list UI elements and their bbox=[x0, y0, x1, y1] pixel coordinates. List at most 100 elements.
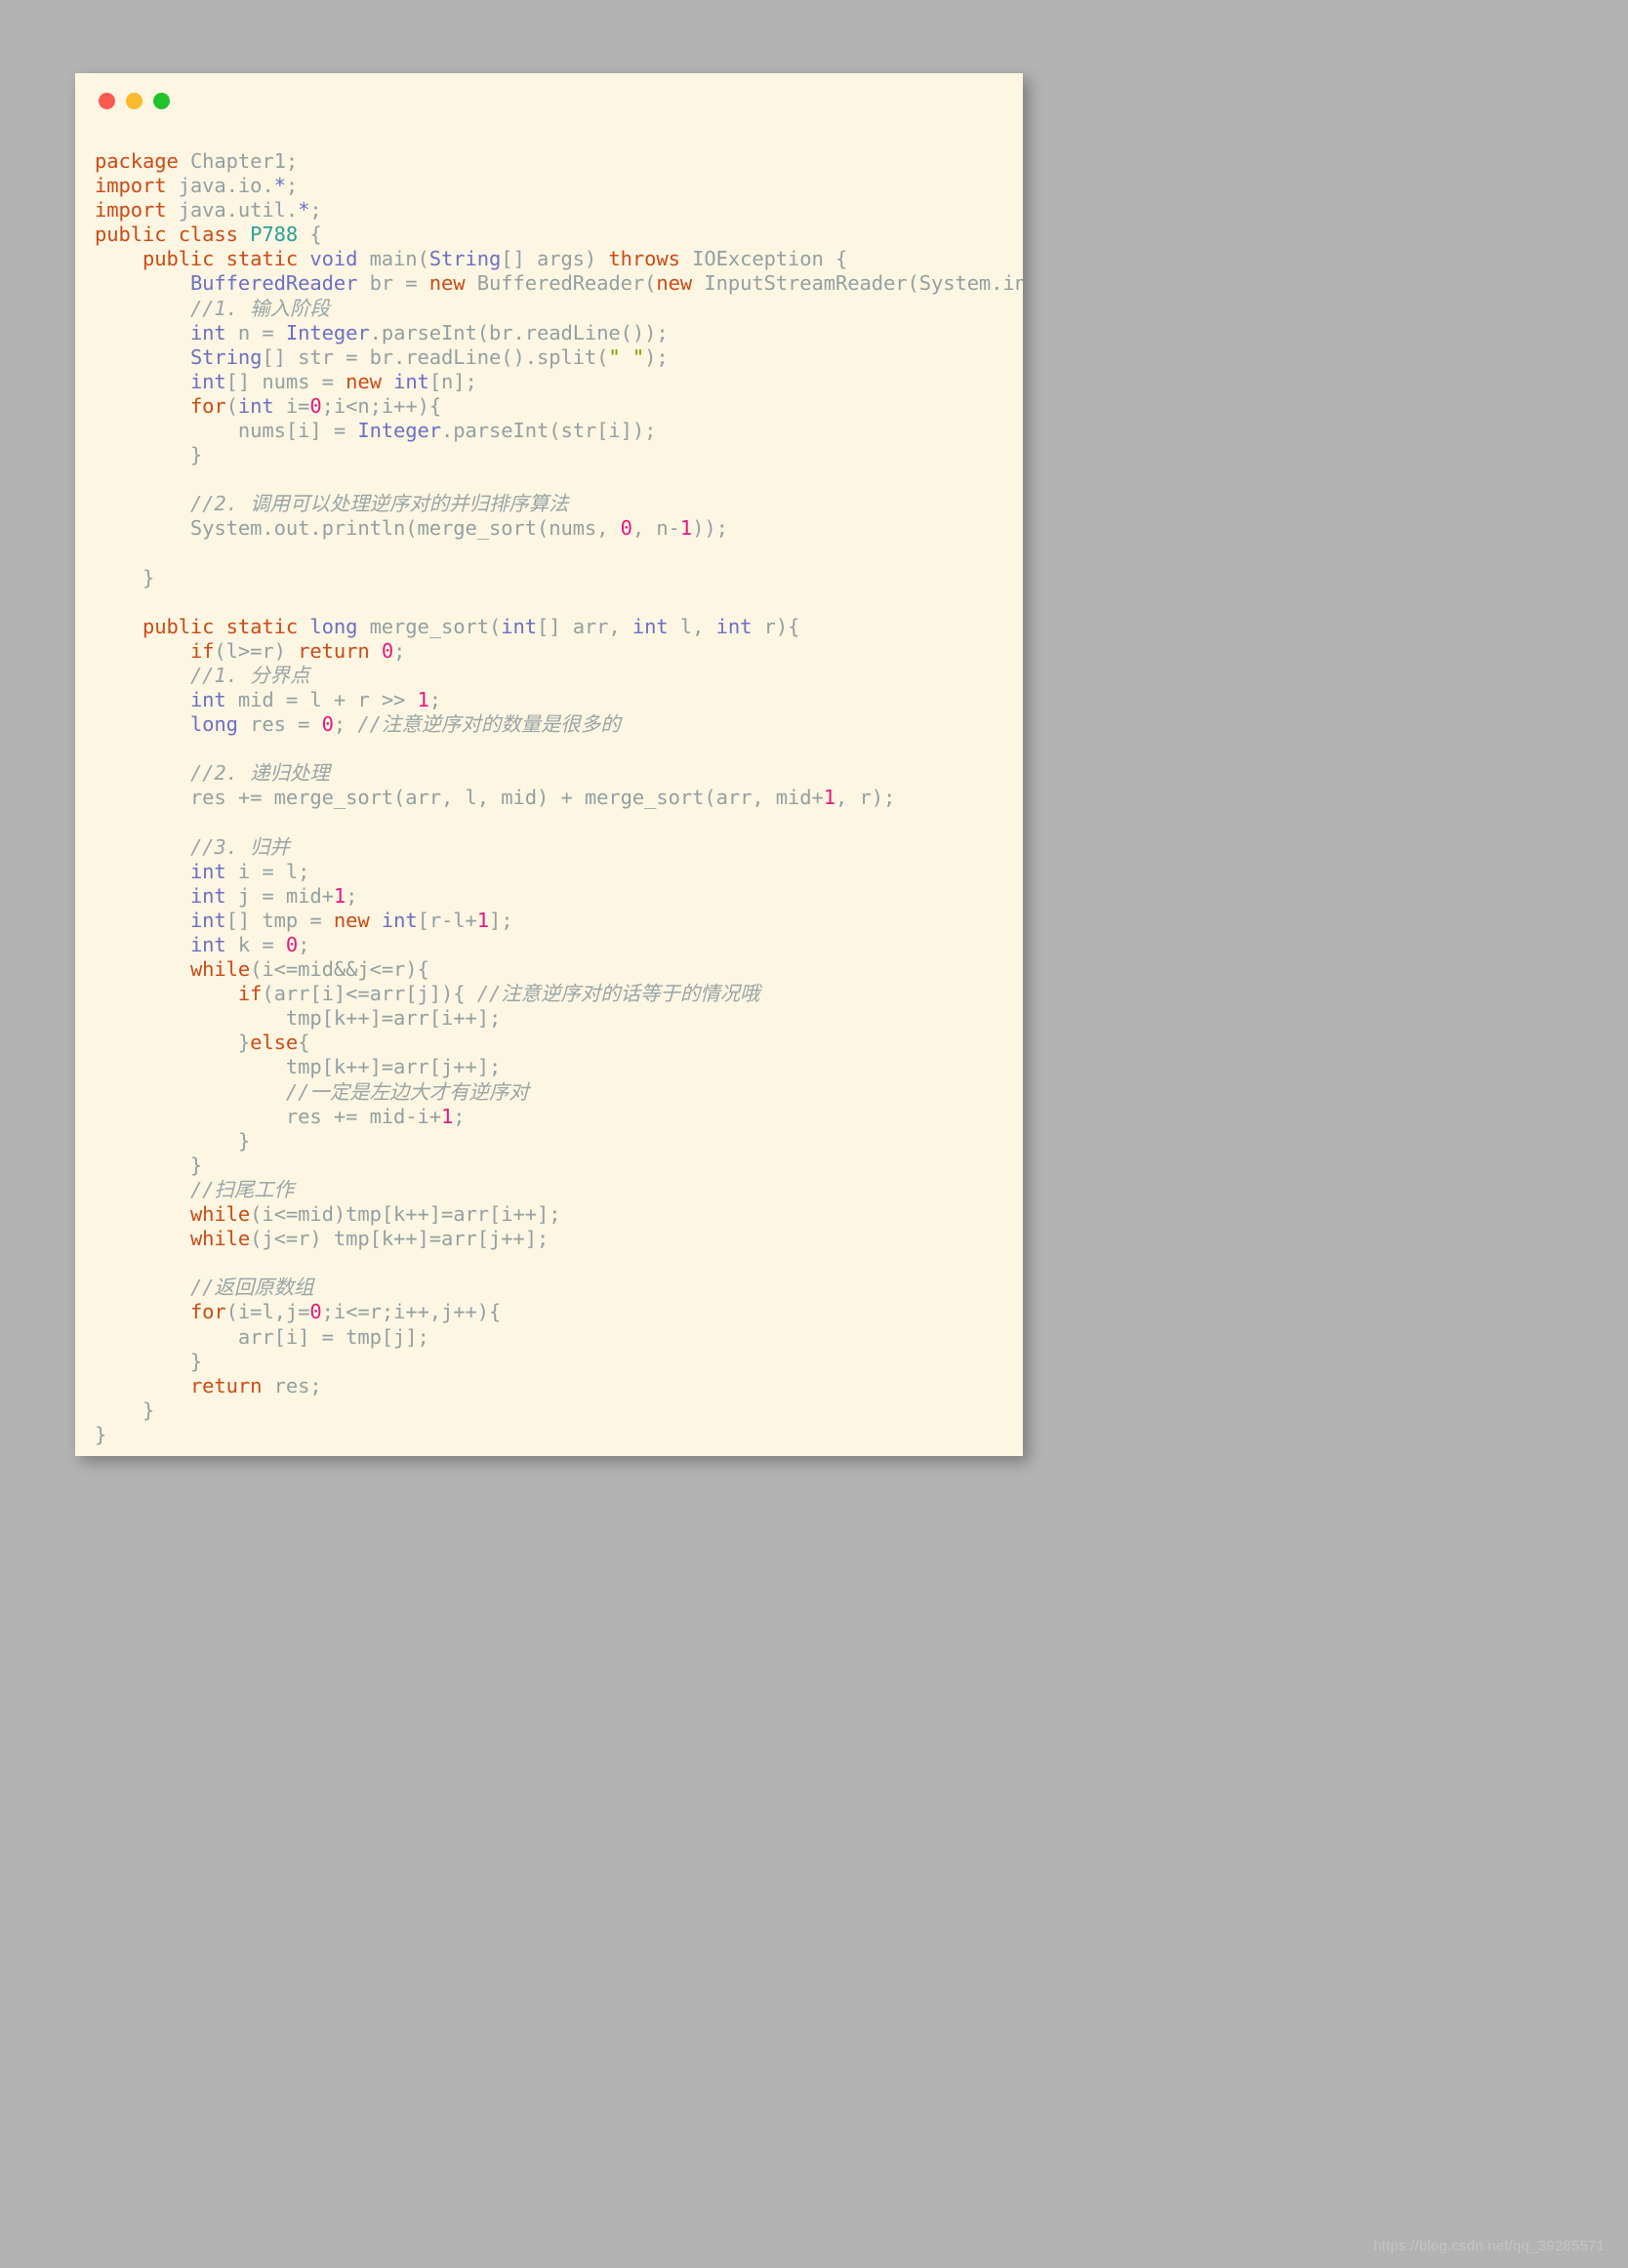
code-token-id bbox=[95, 860, 190, 883]
code-token-id: tmp[k++]=arr[j++]; bbox=[95, 1055, 502, 1079]
code-token-num: 0 bbox=[321, 712, 334, 737]
code-line: while(i<=mid&&j<=r){ bbox=[95, 957, 1023, 982]
code-token-id: ; bbox=[298, 933, 310, 956]
code-token-typ: int bbox=[501, 614, 537, 638]
code-token-id: ]; bbox=[489, 908, 513, 932]
code-token-typ: int bbox=[189, 933, 226, 956]
code-token-id bbox=[95, 884, 190, 908]
code-token-id bbox=[95, 1080, 286, 1104]
code-token-id: (j<=r) tmp[k++]=arr[j++]; bbox=[250, 1227, 549, 1251]
code-token-id bbox=[95, 688, 190, 711]
code-token-id bbox=[95, 1227, 190, 1250]
code-line: import java.util.*; bbox=[95, 198, 1023, 223]
code-line: } bbox=[95, 1154, 1023, 1178]
code-token-id: InputStreamReader(System.in)); bbox=[704, 271, 1023, 296]
code-line: res += mid-i+1; bbox=[95, 1105, 1023, 1129]
code-line: int j = mid+1; bbox=[95, 884, 1023, 909]
code-token-id: (i<=mid)tmp[k++]=arr[i++]; bbox=[250, 1202, 561, 1227]
code-token-id: , n- bbox=[631, 516, 680, 541]
code-token-id: )); bbox=[692, 516, 728, 541]
code-token-id: } bbox=[95, 565, 155, 589]
maximize-window-button[interactable] bbox=[153, 92, 170, 109]
code-token-typ: int bbox=[393, 369, 429, 393]
code-token-id: ; bbox=[346, 883, 358, 908]
code-window: package Chapter1; import java.io.*; import… bbox=[75, 73, 1023, 1456]
code-token-typ: String bbox=[428, 247, 502, 271]
minimize-window-button[interactable] bbox=[126, 92, 142, 109]
code-line: for(i=l,j=0;i<=r;i++,j++){ bbox=[95, 1300, 1023, 1324]
code-line: public static long merge_sort(int[] arr,… bbox=[95, 615, 1023, 639]
code-token-id: j = mid+ bbox=[225, 883, 334, 908]
code-token-typ: BufferedReader bbox=[189, 271, 358, 296]
code-token-typ: Integer bbox=[357, 419, 442, 443]
code-token-cmt: //一定是左边大才有逆序对 bbox=[285, 1079, 529, 1104]
code-token-id bbox=[95, 1202, 190, 1226]
code-line: public class P788 { bbox=[95, 223, 1023, 247]
code-token-id: IOException { bbox=[679, 247, 848, 271]
watermark-url: https://blog.csdn.net/qq_39285571 bbox=[1373, 2238, 1605, 2254]
code-token-id: tmp[k++]=arr[i++]; bbox=[95, 1006, 502, 1031]
code-token-id: ( bbox=[225, 393, 238, 418]
code-token-id: .parseInt(br.readLine()); bbox=[369, 320, 669, 344]
code-line: for(int i=0;i<n;i++){ bbox=[95, 394, 1023, 419]
code-token-id bbox=[95, 1276, 190, 1299]
code-line: int k = 0; bbox=[95, 933, 1023, 957]
code-token-cmt: //2. 递归处理 bbox=[189, 761, 330, 786]
code-token-id: r){ bbox=[752, 614, 800, 638]
code-token-id bbox=[370, 639, 382, 663]
code-token-id: { bbox=[298, 223, 322, 247]
code-token-id bbox=[95, 982, 238, 1005]
code-line: while(j<=r) tmp[k++]=arr[j++]; bbox=[95, 1227, 1023, 1251]
code-line: //一定是左边大才有逆序对 bbox=[95, 1080, 1023, 1105]
code-token-id: merge_sort( bbox=[357, 614, 502, 638]
code-token-id bbox=[382, 370, 393, 393]
code-token-num: 1 bbox=[333, 883, 346, 908]
code-token-id: ; bbox=[393, 638, 406, 663]
code-token-id: res; bbox=[262, 1373, 322, 1397]
code-token-id: ;i<=r;i++,j++){ bbox=[321, 1300, 502, 1324]
code-token-id: } bbox=[95, 1031, 251, 1055]
code-token-kw: new bbox=[333, 908, 370, 932]
code-token-id bbox=[95, 615, 142, 638]
code-token-id: main( bbox=[357, 247, 429, 271]
code-line: //扫尾工作 bbox=[95, 1178, 1023, 1202]
code-token-kw: if bbox=[189, 638, 215, 663]
code-token-typ: long bbox=[309, 614, 358, 638]
code-token-id: l, bbox=[668, 614, 716, 638]
code-token-kw: for bbox=[189, 1300, 226, 1324]
code-token-kw: public static bbox=[142, 247, 310, 271]
code-token-str: " " bbox=[608, 344, 645, 369]
code-token-id: } bbox=[95, 1349, 203, 1373]
code-line: } bbox=[95, 566, 1023, 590]
code-line: } bbox=[95, 1423, 1023, 1447]
code-token-kw: else bbox=[250, 1031, 299, 1055]
code-line: //3. 归并 bbox=[95, 835, 1023, 860]
code-line: tmp[k++]=arr[i++]; bbox=[95, 1006, 1023, 1031]
code-token-id: ; bbox=[333, 712, 358, 737]
code-token-num: 0 bbox=[309, 1300, 322, 1324]
code-token-id: } bbox=[95, 1153, 203, 1177]
code-token-num: 0 bbox=[285, 933, 299, 956]
code-token-id: n = bbox=[225, 320, 286, 344]
code-token-id: i = l; bbox=[225, 859, 310, 883]
code-line: res += merge_sort(arr, l, mid) + merge_s… bbox=[95, 786, 1023, 810]
code-token-num: 1 bbox=[823, 786, 836, 810]
close-window-button[interactable] bbox=[99, 92, 115, 109]
code-token-id bbox=[95, 1374, 190, 1397]
code-token-typ: int bbox=[189, 883, 226, 908]
code-token-id: arr[i] = tmp[j]; bbox=[95, 1324, 429, 1349]
code-token-id: res += mid-i+ bbox=[95, 1104, 442, 1128]
code-token-kw: return bbox=[189, 1373, 263, 1397]
code-token-typ: void bbox=[309, 247, 358, 271]
code-content[interactable]: package Chapter1; import java.io.*; import… bbox=[75, 128, 1023, 1447]
code-token-id: (i<=mid&&j<=r){ bbox=[250, 957, 429, 982]
code-line: int[] nums = new int[n]; bbox=[95, 370, 1023, 394]
code-token-kw: package bbox=[95, 149, 179, 173]
code-token-id: } bbox=[95, 1397, 155, 1422]
code-token-kw: throws bbox=[608, 247, 680, 271]
code-token-id bbox=[95, 1178, 190, 1201]
code-token-id: i= bbox=[273, 393, 310, 418]
code-token-kw: if bbox=[237, 982, 263, 1006]
code-token-kw: return bbox=[298, 638, 370, 663]
